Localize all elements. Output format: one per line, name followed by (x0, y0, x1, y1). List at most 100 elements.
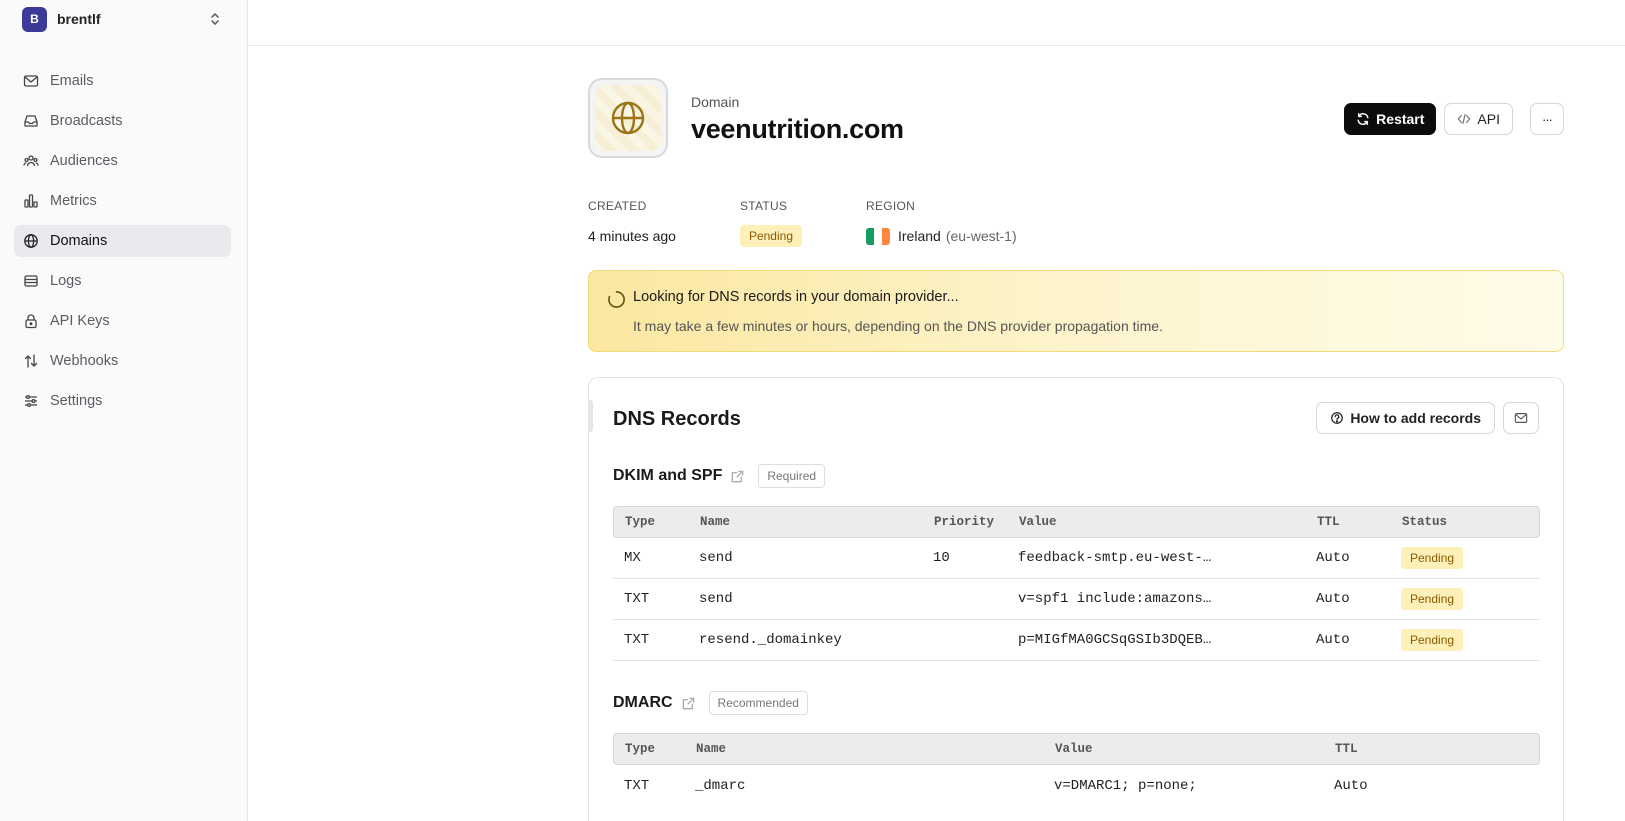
table-row: TXT send v=spf1 include:amazons… Auto Pe… (613, 579, 1540, 620)
record-type: TXT (624, 632, 650, 648)
dkim-spf-header: DKIM and SPF Required (613, 464, 826, 488)
status-badge: Pending (1401, 547, 1464, 569)
users-icon (22, 152, 40, 170)
region-name: Ireland (898, 228, 941, 244)
record-priority[interactable]: 10 (922, 550, 1007, 566)
record-name[interactable]: send (688, 591, 922, 607)
status-badge: Pending (1401, 588, 1464, 610)
dns-records-title: DNS Records (613, 408, 741, 430)
column-header: Type (625, 515, 656, 529)
bar-chart-icon (22, 192, 40, 210)
sidebar-item-label: Settings (50, 393, 103, 409)
created-label: CREATED (588, 199, 647, 213)
external-link-icon[interactable] (730, 469, 745, 484)
page-title: veenutrition.com (691, 114, 904, 144)
more-options-button[interactable]: ··· (1530, 103, 1564, 135)
status-badge: Pending (739, 225, 802, 247)
column-header: Name (696, 742, 727, 756)
record-type: MX (624, 550, 641, 566)
team-switcher[interactable]: B brentlf (22, 6, 222, 32)
dkim-spf-title: DKIM and SPF (613, 467, 723, 484)
sidebar-item-label: Audiences (50, 153, 118, 169)
alert-title: Looking for DNS records in your domain p… (633, 289, 959, 305)
spinner-icon (608, 291, 625, 308)
api-button[interactable]: API (1444, 103, 1513, 135)
dns-records-card: DNS Records How to add records DKIM and … (588, 377, 1564, 821)
table-header: Type Name Priority Value TTL Status (613, 506, 1540, 538)
sidebar-item-webhooks[interactable]: Webhooks (14, 345, 231, 377)
help-icon (1331, 412, 1344, 424)
globe-icon (22, 232, 40, 250)
domain-header: Domain veenutrition.com Restart API ··· (588, 78, 1564, 160)
sidebar-item-logs[interactable]: Logs (14, 265, 231, 297)
region-code: (eu-west-1) (945, 228, 1017, 244)
sidebar-item-broadcasts[interactable]: Broadcasts (14, 105, 231, 137)
record-value[interactable]: v=spf1 include:amazons… (1007, 591, 1305, 607)
ireland-flag-icon (866, 227, 890, 245)
alert-description: It may take a few minutes or hours, depe… (633, 318, 1163, 334)
record-ttl: Auto (1316, 632, 1350, 648)
more-icon: ··· (1542, 111, 1553, 127)
sidebar-item-label: API Keys (50, 313, 110, 329)
record-type: TXT (624, 591, 650, 607)
region-label: REGION (866, 199, 916, 213)
column-header: TTL (1335, 742, 1358, 756)
sidebar-item-domains[interactable]: Domains (14, 225, 231, 257)
record-name[interactable]: resend._domainkey (688, 632, 922, 648)
sidebar-item-audiences[interactable]: Audiences (14, 145, 231, 177)
record-name[interactable]: send (688, 550, 922, 566)
record-name[interactable]: _dmarc (684, 778, 1043, 794)
table-row: MX send 10 feedback-smtp.eu-west-… Auto … (613, 538, 1540, 579)
sidebar-item-label: Webhooks (50, 353, 119, 369)
sidebar: B brentlf Emails Broadcasts Audiences Me… (0, 0, 248, 821)
record-value[interactable]: p=MIGfMA0GCSqGSIb3DQEB… (1007, 632, 1305, 648)
how-to-add-records-label: How to add records (1350, 410, 1481, 426)
logs-icon (22, 272, 40, 290)
header-actions: Restart API ··· (1344, 103, 1564, 135)
column-header: TTL (1317, 515, 1340, 529)
column-header: Value (1055, 742, 1093, 756)
table-row: TXT resend._domainkey p=MIGfMA0GCSqGSIb3… (613, 620, 1540, 661)
lock-icon (22, 312, 40, 330)
sidebar-item-settings[interactable]: Settings (14, 385, 231, 417)
domain-logo (588, 78, 668, 158)
how-to-add-records-button[interactable]: How to add records (1316, 402, 1495, 434)
table-header: Type Name Value TTL (613, 733, 1540, 765)
mail-icon (22, 72, 40, 90)
domain-detail: Domain veenutrition.com Restart API ··· … (588, 78, 1564, 821)
dmarc-table: Type Name Value TTL TXT _dmarc v=DMARC1;… (613, 733, 1540, 806)
email-records-button[interactable] (1503, 402, 1539, 434)
record-value[interactable]: feedback-smtp.eu-west-… (1007, 550, 1305, 566)
team-name: brentlf (57, 11, 101, 27)
team-avatar: B (22, 6, 47, 32)
sidebar-item-metrics[interactable]: Metrics (14, 185, 231, 217)
code-icon (1458, 114, 1471, 124)
table-row: TXT _dmarc v=DMARC1; p=none; Auto (613, 765, 1540, 806)
record-value[interactable]: v=DMARC1; p=none; (1043, 778, 1323, 794)
sidebar-item-label: Logs (50, 273, 82, 289)
status-label: STATUS (739, 199, 788, 213)
column-header: Priority (934, 515, 995, 529)
column-header: Type (625, 742, 656, 756)
restart-button[interactable]: Restart (1344, 103, 1437, 135)
sliders-icon (22, 392, 40, 410)
column-header: Status (1402, 515, 1448, 529)
chevron-up-down-icon (211, 13, 219, 25)
record-ttl: Auto (1316, 591, 1350, 607)
external-link-icon[interactable] (681, 696, 696, 711)
sidebar-item-label: Emails (50, 73, 94, 89)
column-header: Name (700, 515, 731, 529)
refresh-icon (1357, 113, 1369, 125)
top-bar (248, 0, 1625, 46)
mail-icon (1514, 413, 1528, 423)
column-header: Value (1019, 515, 1057, 529)
created-value: 4 minutes ago (588, 228, 676, 244)
dmarc-title: DMARC (613, 694, 673, 711)
sidebar-item-label: Broadcasts (50, 113, 123, 129)
sidebar-item-api-keys[interactable]: API Keys (14, 305, 231, 337)
record-ttl: Auto (1334, 777, 1368, 794)
sidebar-item-emails[interactable]: Emails (14, 65, 231, 97)
record-type: TXT (624, 777, 650, 794)
sidebar-item-label: Metrics (50, 193, 97, 209)
status-badge: Pending (1401, 629, 1464, 651)
